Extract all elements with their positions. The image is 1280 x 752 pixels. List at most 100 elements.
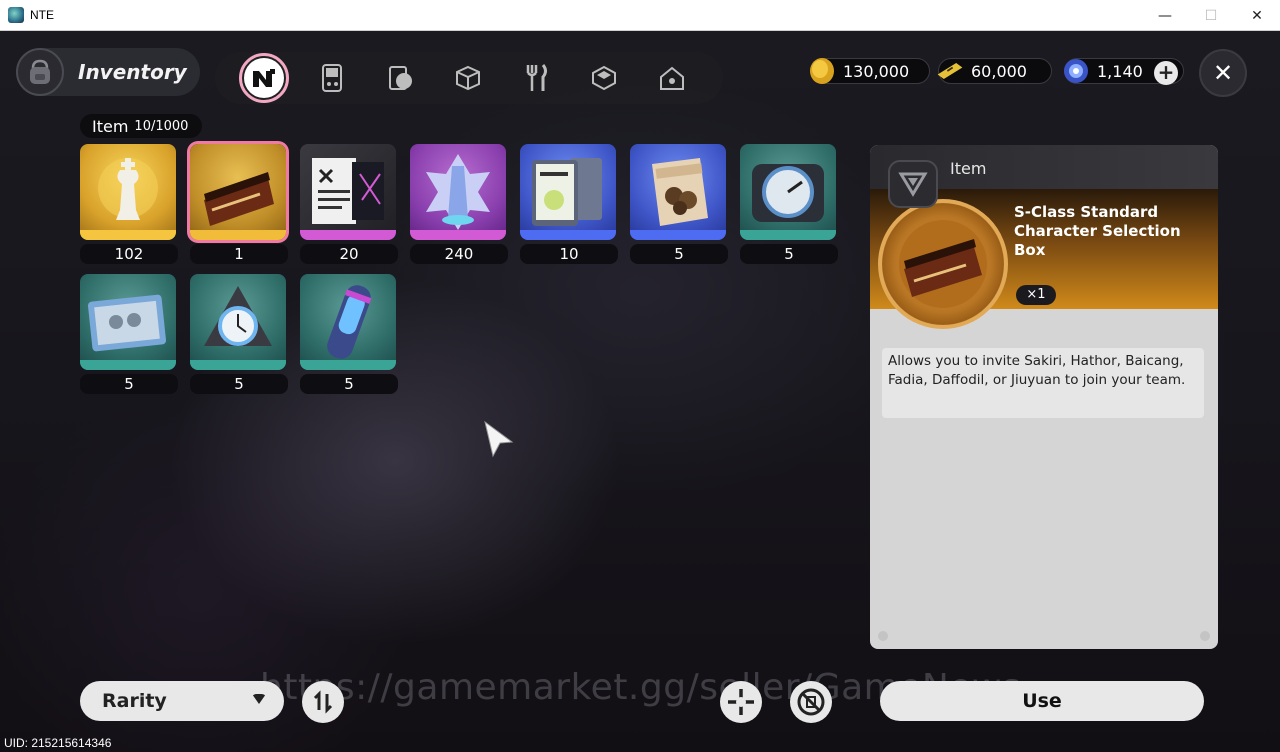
window-controls: — ☐ ✕ bbox=[1142, 0, 1280, 31]
item-quantity: 5 bbox=[740, 244, 838, 264]
tab-crates[interactable] bbox=[579, 53, 629, 103]
handheld-console-icon bbox=[322, 64, 342, 92]
item-quantity: 5 bbox=[300, 374, 398, 394]
item-count: Item 10/1000 bbox=[80, 114, 202, 138]
chess-king-icon bbox=[98, 158, 158, 220]
close-button[interactable]: ✕ bbox=[1199, 49, 1247, 97]
sort-order-button[interactable] bbox=[302, 681, 344, 723]
sort-label: Rarity bbox=[102, 690, 167, 712]
tab-devices[interactable] bbox=[307, 53, 357, 103]
add-currency-button[interactable]: + bbox=[1154, 61, 1178, 85]
item-medal-icon bbox=[878, 199, 1008, 329]
phone-card-icon bbox=[389, 66, 412, 90]
currency-gold: 130,000 bbox=[810, 58, 930, 84]
item-slot[interactable]: 5 bbox=[630, 144, 728, 264]
item-slot[interactable]: 102 bbox=[80, 144, 178, 264]
page-title: Inventory bbox=[78, 60, 187, 84]
currency-ticket: 60,000 bbox=[935, 56, 1052, 86]
compass-device-icon bbox=[204, 286, 272, 346]
disable-button[interactable] bbox=[790, 681, 832, 723]
item-card bbox=[520, 144, 616, 240]
app-icon bbox=[8, 7, 24, 23]
item-quantity: 20 bbox=[300, 244, 398, 264]
tab-housing[interactable] bbox=[647, 53, 697, 103]
window-title: NTE bbox=[30, 8, 54, 22]
category-tabs bbox=[215, 52, 723, 104]
item-slot[interactable]: 5 bbox=[740, 144, 838, 264]
gauge-device-icon bbox=[752, 164, 824, 222]
gold-amount: 130,000 bbox=[843, 61, 910, 81]
corner-decoration bbox=[1200, 631, 1210, 641]
item-card bbox=[190, 144, 286, 240]
item-quantity: 5 bbox=[80, 374, 178, 394]
item-slot[interactable]: 5 bbox=[300, 274, 398, 394]
window-close-button[interactable]: ✕ bbox=[1234, 0, 1280, 31]
item-card bbox=[300, 274, 396, 370]
mouse-cursor-icon bbox=[484, 420, 514, 458]
category-badge-icon bbox=[888, 160, 938, 208]
box-icon bbox=[456, 65, 480, 91]
item-quantity: 5 bbox=[190, 374, 288, 394]
crystal-amount: 1,140 bbox=[1097, 61, 1143, 81]
crosshair-icon bbox=[728, 689, 754, 715]
tab-materials[interactable] bbox=[443, 53, 493, 103]
sort-arrows-icon bbox=[313, 690, 333, 714]
item-slot[interactable]: 10 bbox=[520, 144, 618, 264]
expand-button[interactable] bbox=[720, 681, 762, 723]
nte-logo-icon bbox=[244, 58, 284, 98]
minimize-button[interactable]: — bbox=[1142, 0, 1188, 31]
item-slot-selected[interactable]: 1 bbox=[190, 144, 288, 264]
item-quantity: 240 bbox=[410, 244, 508, 264]
item-card bbox=[410, 144, 506, 240]
detail-category: Item bbox=[950, 159, 987, 178]
crystal-tower-icon bbox=[426, 154, 490, 230]
corner-decoration bbox=[878, 631, 888, 641]
house-icon bbox=[660, 66, 684, 90]
tab-cards[interactable] bbox=[375, 53, 425, 103]
ticket-icon bbox=[935, 56, 965, 86]
chevron-down-icon bbox=[252, 694, 266, 704]
item-quantity: 5 bbox=[630, 244, 728, 264]
gold-coin-icon bbox=[807, 56, 837, 86]
snack-bag-icon bbox=[652, 158, 708, 226]
item-card bbox=[740, 144, 836, 240]
maximize-button[interactable]: ☐ bbox=[1188, 0, 1234, 31]
backpack-icon bbox=[16, 48, 64, 96]
selection-box-icon bbox=[204, 172, 274, 226]
ticket-amount: 60,000 bbox=[971, 61, 1027, 81]
canister-icon bbox=[327, 285, 372, 359]
game-viewport: Inventory 130,000 60,000 1,140 + ✕ Item … bbox=[0, 31, 1280, 752]
item-slot[interactable]: 240 bbox=[410, 144, 508, 264]
item-count-label: Item bbox=[92, 116, 129, 136]
window-titlebar: NTE — ☐ ✕ bbox=[0, 0, 1280, 31]
item-owned-count: ×1 bbox=[1016, 285, 1056, 305]
item-quantity: 10 bbox=[520, 244, 618, 264]
tab-all[interactable] bbox=[239, 53, 289, 103]
tab-food[interactable] bbox=[511, 53, 561, 103]
sort-dropdown[interactable]: Rarity bbox=[80, 681, 284, 721]
item-card bbox=[80, 274, 176, 370]
user-id: UID: 215215614346 bbox=[4, 736, 112, 750]
photo-frame-icon bbox=[87, 294, 167, 352]
item-quantity: 1 bbox=[190, 244, 288, 264]
inventory-header: Inventory bbox=[16, 48, 200, 96]
crystal-icon bbox=[1061, 56, 1091, 86]
fork-knife-icon bbox=[526, 64, 547, 91]
tablet-device-icon bbox=[532, 158, 602, 226]
item-quantity: 102 bbox=[80, 244, 178, 264]
item-slot[interactable]: 5 bbox=[80, 274, 178, 394]
item-card bbox=[300, 144, 396, 240]
item-card bbox=[190, 274, 286, 370]
no-entry-icon bbox=[797, 688, 825, 716]
item-card bbox=[630, 144, 726, 240]
item-slot[interactable]: 20 bbox=[300, 144, 398, 264]
item-slot[interactable]: 5 bbox=[190, 274, 288, 394]
item-name: S-Class Standard Character Selection Box bbox=[1014, 203, 1181, 259]
document-card-icon bbox=[312, 158, 384, 224]
use-button[interactable]: Use bbox=[880, 681, 1204, 721]
crate-icon bbox=[592, 65, 616, 91]
item-count-value: 10/1000 bbox=[134, 118, 189, 134]
item-description: Allows you to invite Sakiri, Hathor, Bai… bbox=[882, 348, 1204, 418]
item-detail-panel: Item S-Class Standard Character Selectio… bbox=[870, 145, 1218, 649]
item-card bbox=[80, 144, 176, 240]
